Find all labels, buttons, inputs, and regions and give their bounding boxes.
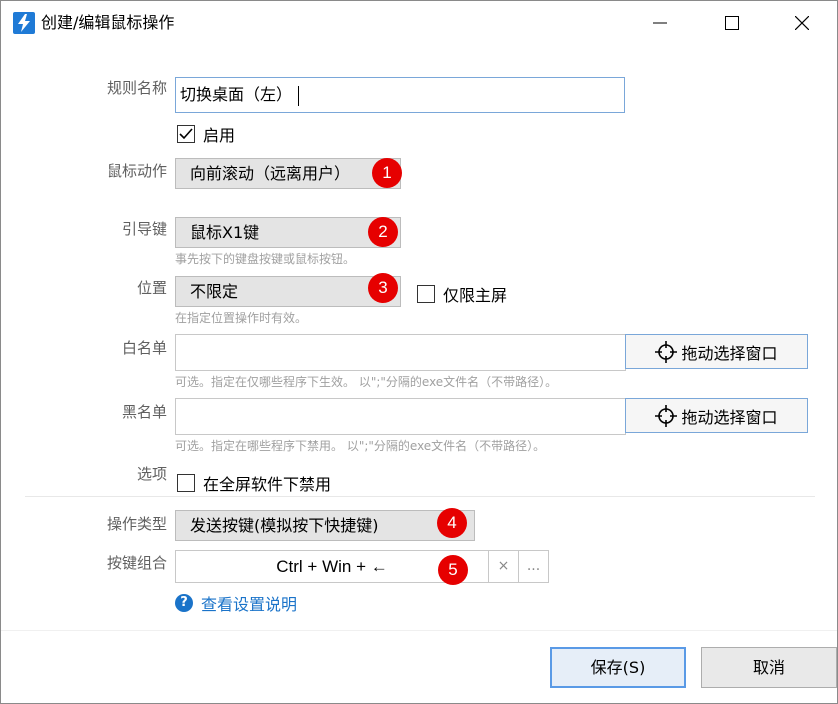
- fullscreen-disable-label: 在全屏软件下禁用: [203, 475, 332, 494]
- checkbox-box: [417, 285, 435, 303]
- operation-type-label: 操作类型: [106, 515, 167, 533]
- whitelist-pick-window-button[interactable]: 拖动选择窗口: [625, 334, 808, 369]
- more-key-button[interactable]: ...: [518, 550, 549, 583]
- fullscreen-disable-checkbox[interactable]: 在全屏软件下禁用: [177, 471, 331, 495]
- position-hint: 在指定位置操作时有效。: [175, 311, 308, 325]
- position-label: 位置: [136, 279, 167, 297]
- cancel-button[interactable]: 取消: [701, 647, 837, 688]
- maximize-icon: [725, 16, 739, 30]
- section-divider: [25, 496, 815, 497]
- footer-divider: [1, 630, 837, 631]
- step-badge-3: 3: [368, 273, 398, 303]
- whitelist-label: 白名单: [121, 339, 167, 357]
- step-badge-2: 2: [368, 217, 398, 247]
- crosshair-icon: [655, 340, 678, 363]
- primary-screen-label: 仅限主屏: [443, 286, 508, 305]
- save-button[interactable]: 保存(S): [550, 647, 686, 688]
- operation-type-select[interactable]: 发送按键(模拟按下快捷键): [175, 510, 475, 541]
- rule-name-input[interactable]: 切换桌面（左）: [175, 77, 625, 113]
- mouse-action-label: 鼠标动作: [106, 162, 167, 180]
- rule-name-value: 切换桌面（左）: [180, 85, 293, 104]
- whitelist-input[interactable]: [175, 334, 626, 371]
- options-label: 选项: [136, 465, 167, 483]
- help-link-text: 查看设置说明: [201, 595, 298, 614]
- close-icon: [795, 16, 809, 30]
- maximize-button[interactable]: [697, 1, 767, 45]
- blacklist-hint: 可选。指定在哪些程序下禁用。 以";"分隔的exe文件名（不带路径）。: [175, 439, 546, 453]
- primary-screen-checkbox[interactable]: 仅限主屏: [417, 282, 507, 306]
- window-title: 创建/编辑鼠标操作: [41, 13, 175, 32]
- checkmark-icon: [179, 128, 193, 140]
- close-button[interactable]: [767, 1, 837, 45]
- step-badge-5: 5: [438, 555, 468, 585]
- enabled-label: 启用: [203, 126, 236, 145]
- pick-window-label: 拖动选择窗口: [681, 343, 778, 363]
- minimize-button[interactable]: [625, 1, 695, 45]
- blacklist-pick-window-button[interactable]: 拖动选择窗口: [625, 398, 808, 433]
- text-caret: [298, 85, 300, 106]
- blacklist-input[interactable]: [175, 398, 626, 435]
- position-select[interactable]: 不限定: [175, 276, 401, 307]
- lead-key-label: 引导键: [121, 220, 167, 238]
- whitelist-hint: 可选。指定在仅哪些程序下生效。 以";"分隔的exe文件名（不带路径）。: [175, 375, 558, 389]
- help-link[interactable]: ? 查看设置说明: [175, 591, 297, 615]
- crosshair-icon: [655, 404, 678, 427]
- minimize-icon: [653, 22, 667, 24]
- lightning-icon: [13, 12, 35, 34]
- title-bar[interactable]: 创建/编辑鼠标操作: [1, 1, 837, 45]
- step-badge-4: 4: [437, 508, 467, 538]
- pick-window-label: 拖动选择窗口: [681, 407, 778, 427]
- step-badge-1: 1: [372, 158, 402, 188]
- blacklist-label: 黑名单: [121, 403, 167, 421]
- question-icon: ?: [175, 594, 193, 612]
- enabled-checkbox[interactable]: 启用: [177, 122, 235, 146]
- lead-key-hint: 事先按下的键盘按键或鼠标按钮。: [175, 252, 356, 266]
- mouse-action-select[interactable]: 向前滚动（远离用户）: [175, 158, 401, 189]
- checkbox-box: [177, 125, 195, 143]
- dialog-window: 创建/编辑鼠标操作 规则名称 切换桌面（左） 启用 鼠标动作 向前滚动（远离用户…: [0, 0, 838, 704]
- rule-name-label: 规则名称: [106, 79, 167, 97]
- checkbox-box: [177, 474, 195, 492]
- clear-key-button[interactable]: ×: [488, 550, 519, 583]
- key-combo-label: 按键组合: [106, 554, 167, 572]
